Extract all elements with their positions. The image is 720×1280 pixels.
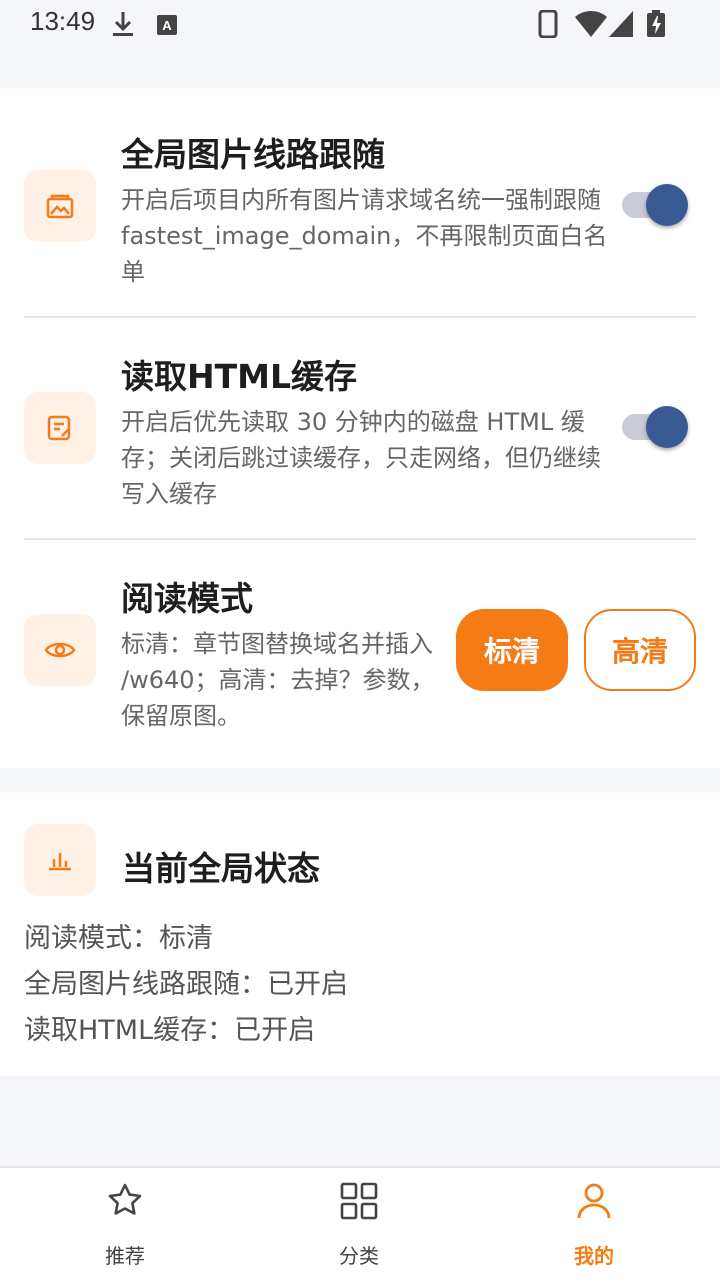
reading-mode-sd-button[interactable]: 标清 [456, 609, 568, 691]
signal-icon [608, 10, 634, 42]
status-line-reading-mode: 阅读模式：标清 [24, 923, 213, 954]
status-bar: 13:49 A [0, 0, 720, 48]
setting-image-domain[interactable]: 全局图片线路跟随 开启后项目内所有图片请求域名统一强制跟随 fastest_im… [24, 88, 696, 316]
grid-icon [340, 1182, 378, 1224]
wifi-icon [574, 10, 608, 42]
download-icon [112, 10, 134, 42]
phone-icon [538, 9, 558, 42]
eye-icon [24, 614, 96, 686]
global-status-card: 当前全局状态 阅读模式：标清 全局图片线路跟随：已开启 读取HTML缓存：已开启 [0, 792, 720, 1076]
keyboard-a-icon: A [156, 14, 178, 40]
nav-label: 推荐 [105, 1244, 145, 1268]
html-cache-toggle[interactable] [622, 406, 692, 450]
setting-html-cache-description: 开启后优先读取 30 分钟内的磁盘 HTML 缓存；关闭后跳过读缓存，只走网络，… [121, 408, 601, 508]
star-icon [107, 1182, 143, 1222]
settings-card: 全局图片线路跟随 开启后项目内所有图片请求域名统一强制跟随 fastest_im… [0, 88, 720, 768]
setting-reading-mode-description: 标清：章节图替换域名并插入 /w640；高清：去掉？参数，保留原图。 [121, 630, 435, 730]
nav-label: 分类 [339, 1244, 379, 1268]
edit-document-icon [24, 392, 96, 464]
nav-item-recommend[interactable]: 推荐 [35, 1168, 215, 1280]
setting-reading-mode: 阅读模式 标清：章节图替换域名并插入 /w640；高清：去掉？参数，保留原图。 … [24, 540, 696, 768]
global-status-title: 当前全局状态 [122, 849, 320, 888]
setting-image-domain-title: 全局图片线路跟随 [121, 135, 385, 174]
status-time: 13:49 [30, 6, 96, 36]
battery-charging-icon [646, 10, 666, 42]
toggle-thumb [646, 406, 688, 448]
status-line-image-domain: 全局图片线路跟随：已开启 [24, 969, 348, 1000]
status-line-html-cache: 读取HTML缓存：已开启 [24, 1015, 316, 1046]
user-icon [575, 1182, 613, 1224]
setting-image-domain-description: 开启后项目内所有图片请求域名统一强制跟随 fastest_image_domai… [121, 186, 608, 286]
setting-reading-mode-title: 阅读模式 [121, 579, 253, 618]
bar-chart-icon [24, 824, 96, 896]
svg-text:A: A [162, 18, 172, 33]
toggle-thumb [646, 184, 688, 226]
nav-item-category[interactable]: 分类 [269, 1168, 449, 1280]
nav-item-mine[interactable]: 我的 [504, 1168, 684, 1280]
bottom-nav: 推荐 分类 我的 [0, 1166, 720, 1280]
setting-html-cache-title: 读取HTML缓存 [121, 357, 357, 396]
reading-mode-hd-button[interactable]: 高清 [584, 609, 696, 691]
setting-html-cache[interactable]: 读取HTML缓存 开启后优先读取 30 分钟内的磁盘 HTML 缓存；关闭后跳过… [24, 318, 696, 538]
image-icon [24, 170, 96, 242]
image-domain-toggle[interactable] [622, 184, 692, 228]
nav-label: 我的 [574, 1244, 614, 1268]
